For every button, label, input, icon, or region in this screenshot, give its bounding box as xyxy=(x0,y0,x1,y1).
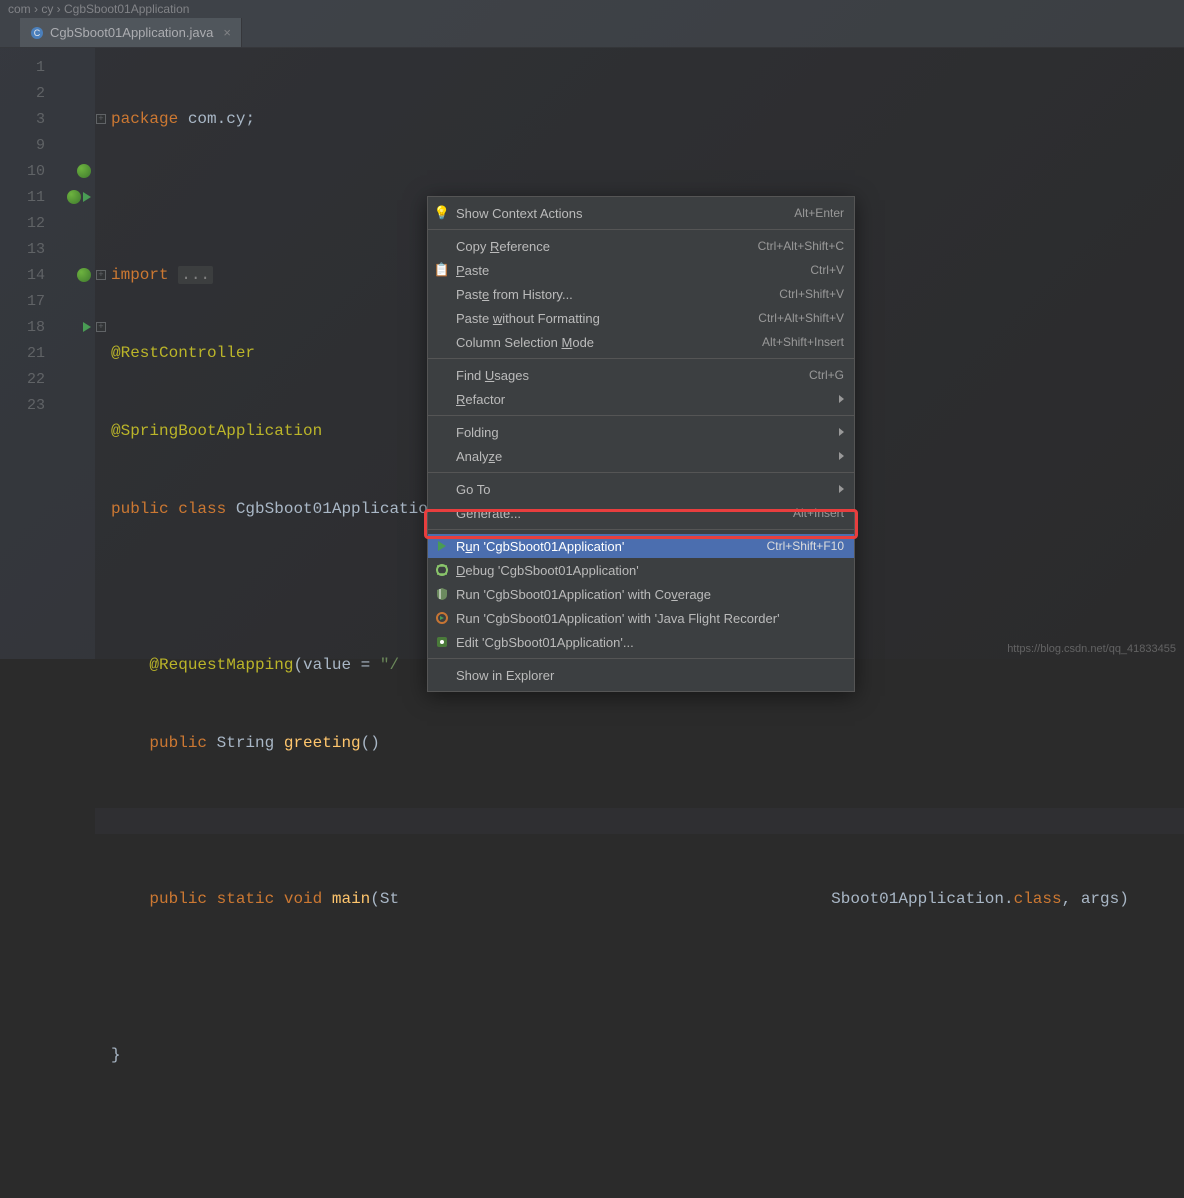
gutter-line: 14+ xyxy=(0,262,95,288)
spring-boot-icon xyxy=(77,164,91,178)
java-class-icon: C xyxy=(30,26,44,40)
svg-text:C: C xyxy=(34,28,41,38)
run-gutter-icon[interactable] xyxy=(83,192,91,202)
menu-paste-history[interactable]: Paste from History...Ctrl+Shift+V xyxy=(428,282,854,306)
spring-boot-icon xyxy=(67,190,81,204)
menu-debug[interactable]: Debug 'CgbSboot01Application' xyxy=(428,558,854,582)
gutter-line: 17 xyxy=(0,288,95,314)
menu-separator xyxy=(428,358,854,359)
menu-show-in-explorer[interactable]: Show in Explorer xyxy=(428,663,854,687)
gutter-line: 13 xyxy=(0,236,95,262)
coverage-icon xyxy=(434,586,450,602)
gutter-line: 1 xyxy=(0,54,95,80)
clipboard-icon: 📋 xyxy=(434,262,450,278)
gutter-line: 12 xyxy=(0,210,95,236)
breadcrumb: com › cy › CgbSboot01Application xyxy=(0,0,1184,18)
menu-paste-no-format[interactable]: Paste without FormattingCtrl+Alt+Shift+V xyxy=(428,306,854,330)
gutter-line: 11 xyxy=(0,184,95,210)
gutter-line: 21 xyxy=(0,340,95,366)
submenu-arrow-icon xyxy=(839,395,844,403)
menu-paste[interactable]: 📋 PasteCtrl+V xyxy=(428,258,854,282)
menu-separator xyxy=(428,415,854,416)
menu-separator xyxy=(428,529,854,530)
menu-edit-config[interactable]: Edit 'CgbSboot01Application'... xyxy=(428,630,854,654)
submenu-arrow-icon xyxy=(839,452,844,460)
run-gutter-icon[interactable] xyxy=(83,322,91,332)
spring-boot-icon xyxy=(77,268,91,282)
bulb-icon: 💡 xyxy=(434,205,450,221)
gutter-line: 23 xyxy=(0,392,95,418)
tab-label: CgbSboot01Application.java xyxy=(50,25,213,40)
menu-copy-reference[interactable]: Copy ReferenceCtrl+Alt+Shift+C xyxy=(428,234,854,258)
submenu-arrow-icon xyxy=(839,485,844,493)
run-icon xyxy=(434,538,450,554)
gutter-line: 10 xyxy=(0,158,95,184)
menu-separator xyxy=(428,229,854,230)
context-menu: 💡 Show Context ActionsAlt+Enter Copy Ref… xyxy=(427,196,855,692)
menu-run[interactable]: Run 'CgbSboot01Application'Ctrl+Shift+F1… xyxy=(428,534,854,558)
menu-goto[interactable]: Go To xyxy=(428,477,854,501)
menu-run-jfr[interactable]: Run 'CgbSboot01Application' with 'Java F… xyxy=(428,606,854,630)
debug-icon xyxy=(434,562,450,578)
gutter-line: 22 xyxy=(0,366,95,392)
submenu-arrow-icon xyxy=(839,428,844,436)
gutter-line: 9 xyxy=(0,132,95,158)
menu-separator xyxy=(428,472,854,473)
edit-config-icon xyxy=(434,634,450,650)
jfr-icon xyxy=(434,610,450,626)
menu-run-coverage[interactable]: Run 'CgbSboot01Application' with Coverag… xyxy=(428,582,854,606)
gutter: 1 2 3+ 9 10 11 12 13 14+ 17 18+ 21 22 23 xyxy=(0,48,95,659)
menu-column-selection[interactable]: Column Selection ModeAlt+Shift+Insert xyxy=(428,330,854,354)
menu-refactor[interactable]: Refactor xyxy=(428,387,854,411)
menu-generate[interactable]: Generate...Alt+Insert xyxy=(428,501,854,525)
watermark: https://blog.csdn.net/qq_41833455 xyxy=(1007,643,1176,655)
close-icon[interactable]: × xyxy=(223,25,231,40)
gutter-line: 3+ xyxy=(0,106,95,132)
menu-find-usages[interactable]: Find UsagesCtrl+G xyxy=(428,363,854,387)
tab-file[interactable]: C CgbSboot01Application.java × xyxy=(20,18,242,47)
gutter-line: 2 xyxy=(0,80,95,106)
menu-analyze[interactable]: Analyze xyxy=(428,444,854,468)
editor-tabbar: C CgbSboot01Application.java × xyxy=(0,18,1184,48)
menu-show-context-actions[interactable]: 💡 Show Context ActionsAlt+Enter xyxy=(428,201,854,225)
gutter-line: 18+ xyxy=(0,314,95,340)
menu-folding[interactable]: Folding xyxy=(428,420,854,444)
